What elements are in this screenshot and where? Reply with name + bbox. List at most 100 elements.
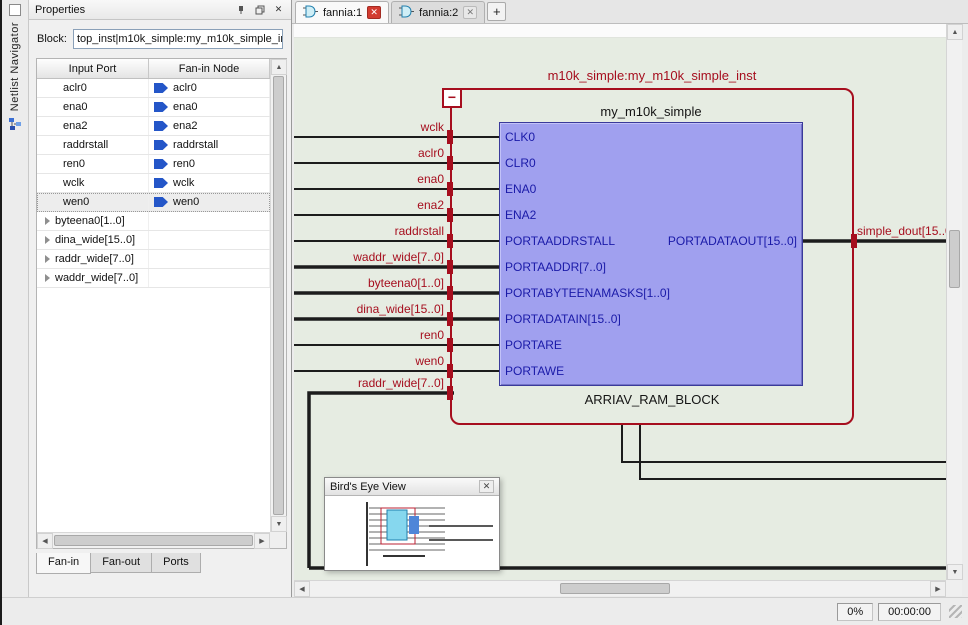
- signal-label[interactable]: aclr0: [418, 146, 444, 160]
- signal-label[interactable]: raddrstall: [395, 224, 444, 238]
- close-icon[interactable]: ✕: [463, 6, 477, 19]
- output-signal-label[interactable]: simple_dout[15..0]: [857, 224, 946, 238]
- tab-fan-in[interactable]: Fan-in: [36, 553, 91, 574]
- signal-label[interactable]: byteena0[1..0]: [368, 276, 444, 290]
- scrollbar-corner: [946, 580, 962, 596]
- signal-label[interactable]: ren0: [420, 328, 444, 342]
- scroll-right-icon[interactable]: ▶: [930, 581, 946, 597]
- block-path-field[interactable]: top_inst|m10k_simple:my_m10k_simple_inst: [73, 29, 283, 49]
- block-row: Block: top_inst|m10k_simple:my_m10k_simp…: [37, 28, 283, 50]
- netlist-navigator-tab[interactable]: Netlist Navigator: [9, 22, 21, 111]
- fanin-node-icon: [154, 121, 168, 131]
- float-button[interactable]: [251, 2, 268, 17]
- signal-label[interactable]: raddr_wide[7..0]: [358, 376, 444, 390]
- properties-bottom-tabs: Fan-in Fan-out Ports: [36, 553, 200, 574]
- table-row[interactable]: raddrstall raddrstall: [37, 136, 270, 155]
- schematic-canvas[interactable]: m10k_simple:my_m10k_simple_inst − my_m10…: [294, 24, 946, 580]
- port-label[interactable]: ENA0: [505, 176, 670, 202]
- expand-arrow-icon[interactable]: [45, 217, 50, 225]
- column-header-input-port[interactable]: Input Port: [37, 59, 149, 78]
- scroll-up-icon[interactable]: ▲: [271, 59, 287, 75]
- port-label[interactable]: PORTABYTEENAMASKS[1..0]: [505, 280, 670, 306]
- port-label[interactable]: CLR0: [505, 150, 670, 176]
- input-port-cell: aclr0: [63, 82, 87, 94]
- fanin-node-cell: raddrstall: [173, 139, 218, 151]
- scrollbar-thumb[interactable]: [273, 76, 284, 515]
- expand-arrow-icon[interactable]: [45, 255, 50, 263]
- tab-fannia-2[interactable]: fannia:2 ✕: [391, 1, 485, 23]
- new-tab-button[interactable]: +: [487, 2, 506, 21]
- block-instance-name: my_m10k_simple: [499, 104, 803, 119]
- close-icon[interactable]: ✕: [479, 480, 494, 493]
- port-label[interactable]: PORTAADDR[7..0]: [505, 254, 670, 280]
- port-label[interactable]: CLK0: [505, 124, 670, 150]
- port-label[interactable]: PORTAWE: [505, 358, 670, 384]
- scroll-right-icon[interactable]: ▶: [254, 533, 270, 549]
- signal-label[interactable]: wen0: [415, 354, 444, 368]
- scrollbar-thumb[interactable]: [54, 535, 253, 546]
- table-vertical-scrollbar[interactable]: ▲ ▼: [270, 59, 286, 532]
- table-row[interactable]: raddr_wide[7..0]: [37, 250, 270, 269]
- birds-eye-titlebar[interactable]: Bird's Eye View ✕: [325, 478, 499, 496]
- input-port-cell: wclk: [63, 177, 84, 189]
- status-bar: 0% 00:00:00: [2, 597, 968, 625]
- fanin-node-cell: aclr0: [173, 82, 197, 94]
- table-row[interactable]: byteena0[1..0]: [37, 212, 270, 231]
- table-row[interactable]: ren0 ren0: [37, 155, 270, 174]
- expand-arrow-icon[interactable]: [45, 274, 50, 282]
- table-row[interactable]: waddr_wide[7..0]: [37, 269, 270, 288]
- table-row[interactable]: ena2 ena2: [37, 117, 270, 136]
- signal-label[interactable]: waddr_wide[7..0]: [353, 250, 444, 264]
- port-label[interactable]: PORTADATAIN[15..0]: [505, 306, 670, 332]
- close-icon[interactable]: ✕: [270, 2, 287, 17]
- tab-fannia-1[interactable]: fannia:1 ✕: [295, 1, 389, 23]
- fanin-node-icon: [154, 197, 168, 207]
- signal-label[interactable]: dina_wide[15..0]: [357, 302, 444, 316]
- input-port-cell: dina_wide[15..0]: [55, 234, 135, 246]
- signal-label[interactable]: wclk: [421, 120, 444, 134]
- input-port-cell: ren0: [63, 158, 85, 170]
- input-port-cell: ena0: [63, 101, 87, 113]
- scroll-left-icon[interactable]: ◀: [294, 581, 310, 597]
- canvas-vertical-scrollbar[interactable]: ▲ ▼: [946, 24, 962, 580]
- table-row-selected[interactable]: wen0 wen0: [37, 193, 270, 212]
- signal-label[interactable]: ena0: [417, 172, 444, 186]
- fanin-node-icon: [154, 178, 168, 188]
- birds-eye-view-window[interactable]: Bird's Eye View ✕: [324, 477, 500, 571]
- scroll-down-icon[interactable]: ▼: [271, 516, 287, 532]
- port-label[interactable]: PORTARE: [505, 332, 670, 358]
- column-header-fanin-node[interactable]: Fan-in Node: [149, 59, 270, 78]
- input-port-cell: raddrstall: [63, 139, 108, 151]
- table-row[interactable]: aclr0 aclr0: [37, 79, 270, 98]
- birds-eye-title: Bird's Eye View: [330, 481, 406, 493]
- dock-page-icon: [9, 4, 21, 16]
- netlist-doc-icon: [303, 5, 318, 21]
- scrollbar-thumb[interactable]: [949, 230, 960, 288]
- scrollbar-thumb[interactable]: [560, 583, 670, 594]
- signal-label[interactable]: ena2: [417, 198, 444, 212]
- birds-eye-thumbnail[interactable]: [325, 496, 499, 570]
- table-row[interactable]: dina_wide[15..0]: [37, 231, 270, 250]
- close-icon[interactable]: ✕: [367, 6, 381, 19]
- tab-ports[interactable]: Ports: [151, 553, 201, 573]
- port-label[interactable]: PORTADATAOUT[15..0]: [624, 228, 797, 254]
- scroll-up-icon[interactable]: ▲: [947, 24, 963, 40]
- canvas-horizontal-scrollbar[interactable]: ◀ ▶: [294, 580, 946, 596]
- left-dock-strip: Netlist Navigator: [2, 0, 29, 597]
- expand-arrow-icon[interactable]: [45, 236, 50, 244]
- instance-title: m10k_simple:my_m10k_simple_inst: [450, 68, 854, 83]
- collapse-button[interactable]: −: [442, 88, 462, 108]
- application-window: Netlist Navigator Properties ✕ Block: to…: [0, 0, 968, 625]
- port-label[interactable]: ENA2: [505, 202, 670, 228]
- table-row[interactable]: wclk wclk: [37, 174, 270, 193]
- tab-label: fannia:1: [323, 7, 362, 19]
- fanin-node-icon: [154, 102, 168, 112]
- block-label: Block:: [37, 33, 67, 45]
- scroll-left-icon[interactable]: ◀: [37, 533, 53, 549]
- table-horizontal-scrollbar[interactable]: ◀ ▶: [37, 532, 270, 548]
- tab-fan-out[interactable]: Fan-out: [90, 553, 152, 573]
- pin-button[interactable]: [232, 2, 249, 17]
- resize-grip-icon[interactable]: [949, 605, 962, 618]
- table-row[interactable]: ena0 ena0: [37, 98, 270, 117]
- scroll-down-icon[interactable]: ▼: [947, 564, 963, 580]
